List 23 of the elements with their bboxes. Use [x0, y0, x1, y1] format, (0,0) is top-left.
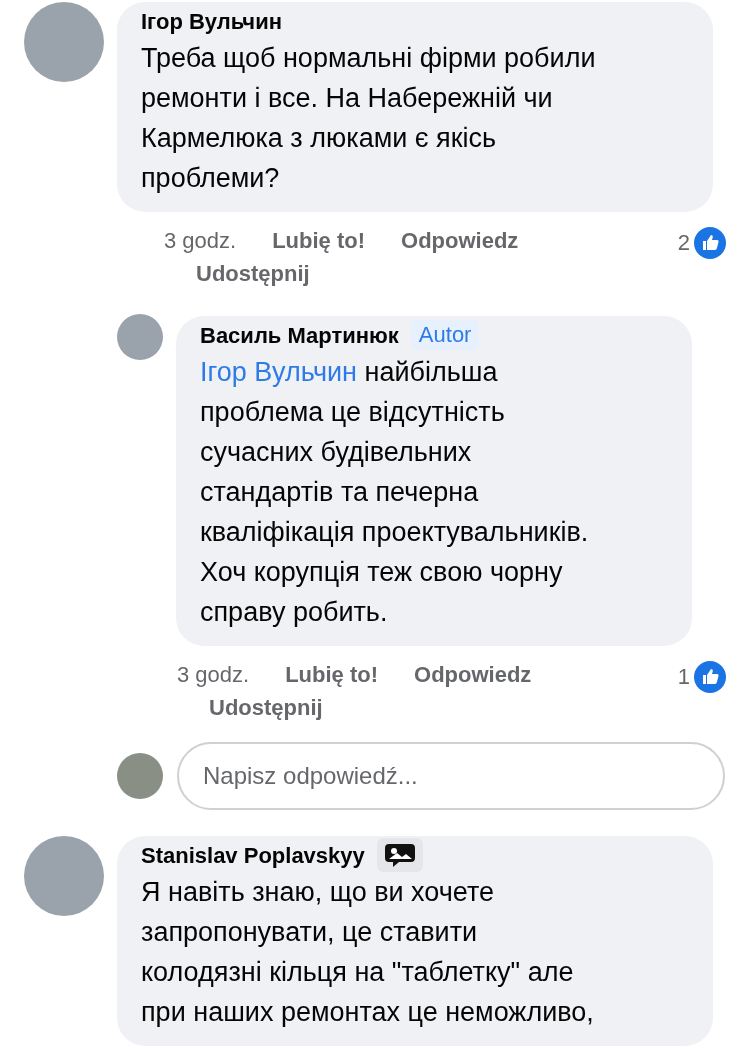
author-name[interactable]: Ігор Вульчин [141, 4, 282, 38]
comment-action-link[interactable]: Udostępnij [196, 257, 310, 290]
comment-action-link[interactable]: Udostępnij [209, 691, 323, 724]
comment-action-link[interactable]: Odpowiedz [414, 658, 532, 691]
reply-input-field[interactable]: Napisz odpowiedź... [177, 742, 725, 810]
comment-text: Я навіть знаю, що ви хочете запропонувати, це ставити колодязні кільця на "таблетку" але при наших ремонтах це неможливо, [141, 876, 595, 1029]
like-icon [694, 226, 726, 259]
like-count: 2 [677, 229, 690, 257]
avatar[interactable] [117, 314, 163, 360]
author-name[interactable]: Stanislav Poplavskyy [141, 838, 365, 872]
like-icon [694, 660, 726, 693]
comment-action-link[interactable]: Lubię to! [272, 224, 366, 257]
author-name[interactable]: Василь Мартинюк [200, 318, 399, 352]
comment-action-link[interactable]: Odpowiedz [401, 224, 519, 257]
comment-time: 3 godz. [164, 227, 237, 255]
mention-link[interactable]: Ігор Вульчин [200, 357, 357, 387]
comment-time: 3 godz. [177, 661, 250, 689]
comment-action-link[interactable]: Lubię to! [285, 658, 379, 691]
comment-text: Треба щоб нормальні фірми робили ремонти і все. На Набережній чи Кармелюка з люками є якісь проблеми? [141, 42, 597, 195]
avatar [117, 753, 163, 799]
like-count: 1 [677, 663, 690, 691]
author-badge: Autor [410, 320, 480, 350]
comment-text: Ігор Вульчин найбільша проблема це відсутність сучасних будівельних стандартів та печерна кваліфікація проектувальників. Хоч корупція теж свою чорну справу робить. [200, 356, 590, 629]
